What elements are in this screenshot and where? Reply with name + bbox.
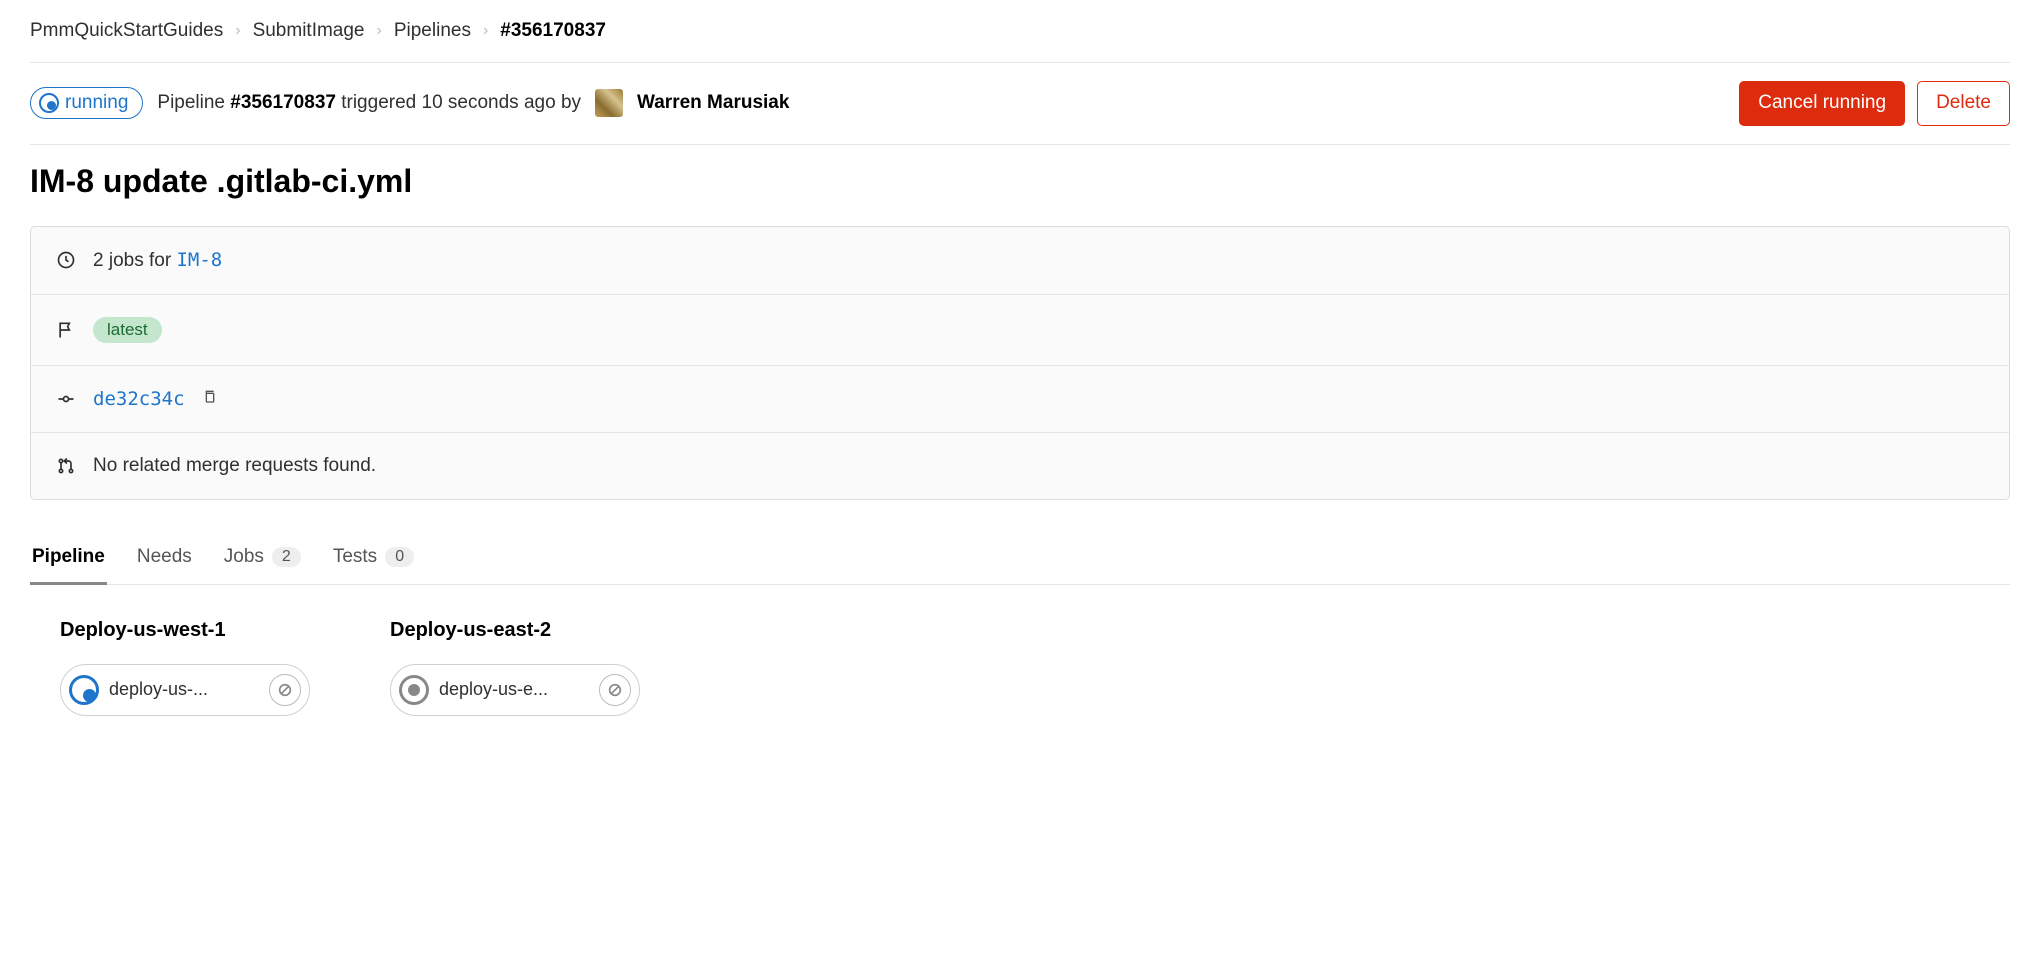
- status-badge-running[interactable]: running: [30, 87, 143, 119]
- job-pill[interactable]: deploy-us-...: [60, 664, 310, 716]
- job-pill[interactable]: deploy-us-e...: [390, 664, 640, 716]
- breadcrumb-item[interactable]: SubmitImage: [253, 20, 365, 42]
- tab-pipeline[interactable]: Pipeline: [30, 536, 107, 585]
- breadcrumb: PmmQuickStartGuides › SubmitImage › Pipe…: [30, 20, 2010, 62]
- page-title: IM-8 update .gitlab-ci.yml: [30, 163, 2010, 200]
- tabs: Pipeline Needs Jobs 2 Tests 0: [30, 536, 2010, 585]
- clock-icon: [55, 250, 77, 270]
- pipeline-header: running Pipeline #356170837 triggered 10…: [30, 63, 2010, 144]
- copy-icon[interactable]: [201, 388, 217, 410]
- count-badge: 2: [272, 547, 301, 567]
- stage-title: Deploy-us-west-1: [60, 619, 310, 642]
- tag-badge-latest: latest: [93, 317, 162, 343]
- stage-column: Deploy-us-west-1 deploy-us-...: [60, 619, 310, 716]
- running-icon: [39, 93, 59, 113]
- job-name: deploy-us-...: [109, 679, 259, 700]
- cancel-running-button[interactable]: Cancel running: [1739, 81, 1905, 126]
- chevron-right-icon: ›: [235, 22, 240, 40]
- breadcrumb-item[interactable]: PmmQuickStartGuides: [30, 20, 223, 42]
- tab-tests[interactable]: Tests 0: [331, 536, 416, 585]
- status-label: running: [65, 92, 128, 114]
- branch-link[interactable]: IM-8: [176, 249, 222, 271]
- pipeline-meta: Pipeline #356170837 triggered 10 seconds…: [157, 92, 581, 114]
- cancel-job-icon[interactable]: [269, 674, 301, 706]
- pipeline-graph: Deploy-us-west-1 deploy-us-... Deploy-us…: [30, 585, 2010, 726]
- flag-icon: [55, 320, 77, 340]
- chevron-right-icon: ›: [377, 22, 382, 40]
- commit-link[interactable]: de32c34c: [93, 388, 185, 410]
- tab-jobs[interactable]: Jobs 2: [222, 536, 303, 585]
- stage-column: Deploy-us-east-2 deploy-us-e...: [390, 619, 640, 716]
- jobs-text: 2 jobs for IM-8: [93, 249, 222, 272]
- delete-button[interactable]: Delete: [1917, 81, 2010, 126]
- breadcrumb-item-current: #356170837: [500, 20, 606, 42]
- tab-needs[interactable]: Needs: [135, 536, 194, 585]
- breadcrumb-item[interactable]: Pipelines: [394, 20, 471, 42]
- username[interactable]: Warren Marusiak: [637, 92, 789, 114]
- stage-title: Deploy-us-east-2: [390, 619, 640, 642]
- tag-row: latest: [31, 295, 2009, 366]
- chevron-right-icon: ›: [483, 22, 488, 40]
- cancel-job-icon[interactable]: [599, 674, 631, 706]
- divider: [30, 144, 2010, 145]
- jobs-row: 2 jobs for IM-8: [31, 227, 2009, 295]
- merge-request-row: No related merge requests found.: [31, 433, 2009, 499]
- created-icon: [399, 675, 429, 705]
- merge-request-text: No related merge requests found.: [93, 455, 376, 477]
- commit-row: de32c34c: [31, 366, 2009, 433]
- commit-icon: [55, 389, 77, 409]
- job-name: deploy-us-e...: [439, 679, 589, 700]
- pipeline-info-panel: 2 jobs for IM-8 latest de32c34c No relat…: [30, 226, 2010, 500]
- merge-request-icon: [55, 456, 77, 476]
- running-icon: [69, 675, 99, 705]
- count-badge: 0: [385, 547, 414, 567]
- avatar[interactable]: [595, 89, 623, 117]
